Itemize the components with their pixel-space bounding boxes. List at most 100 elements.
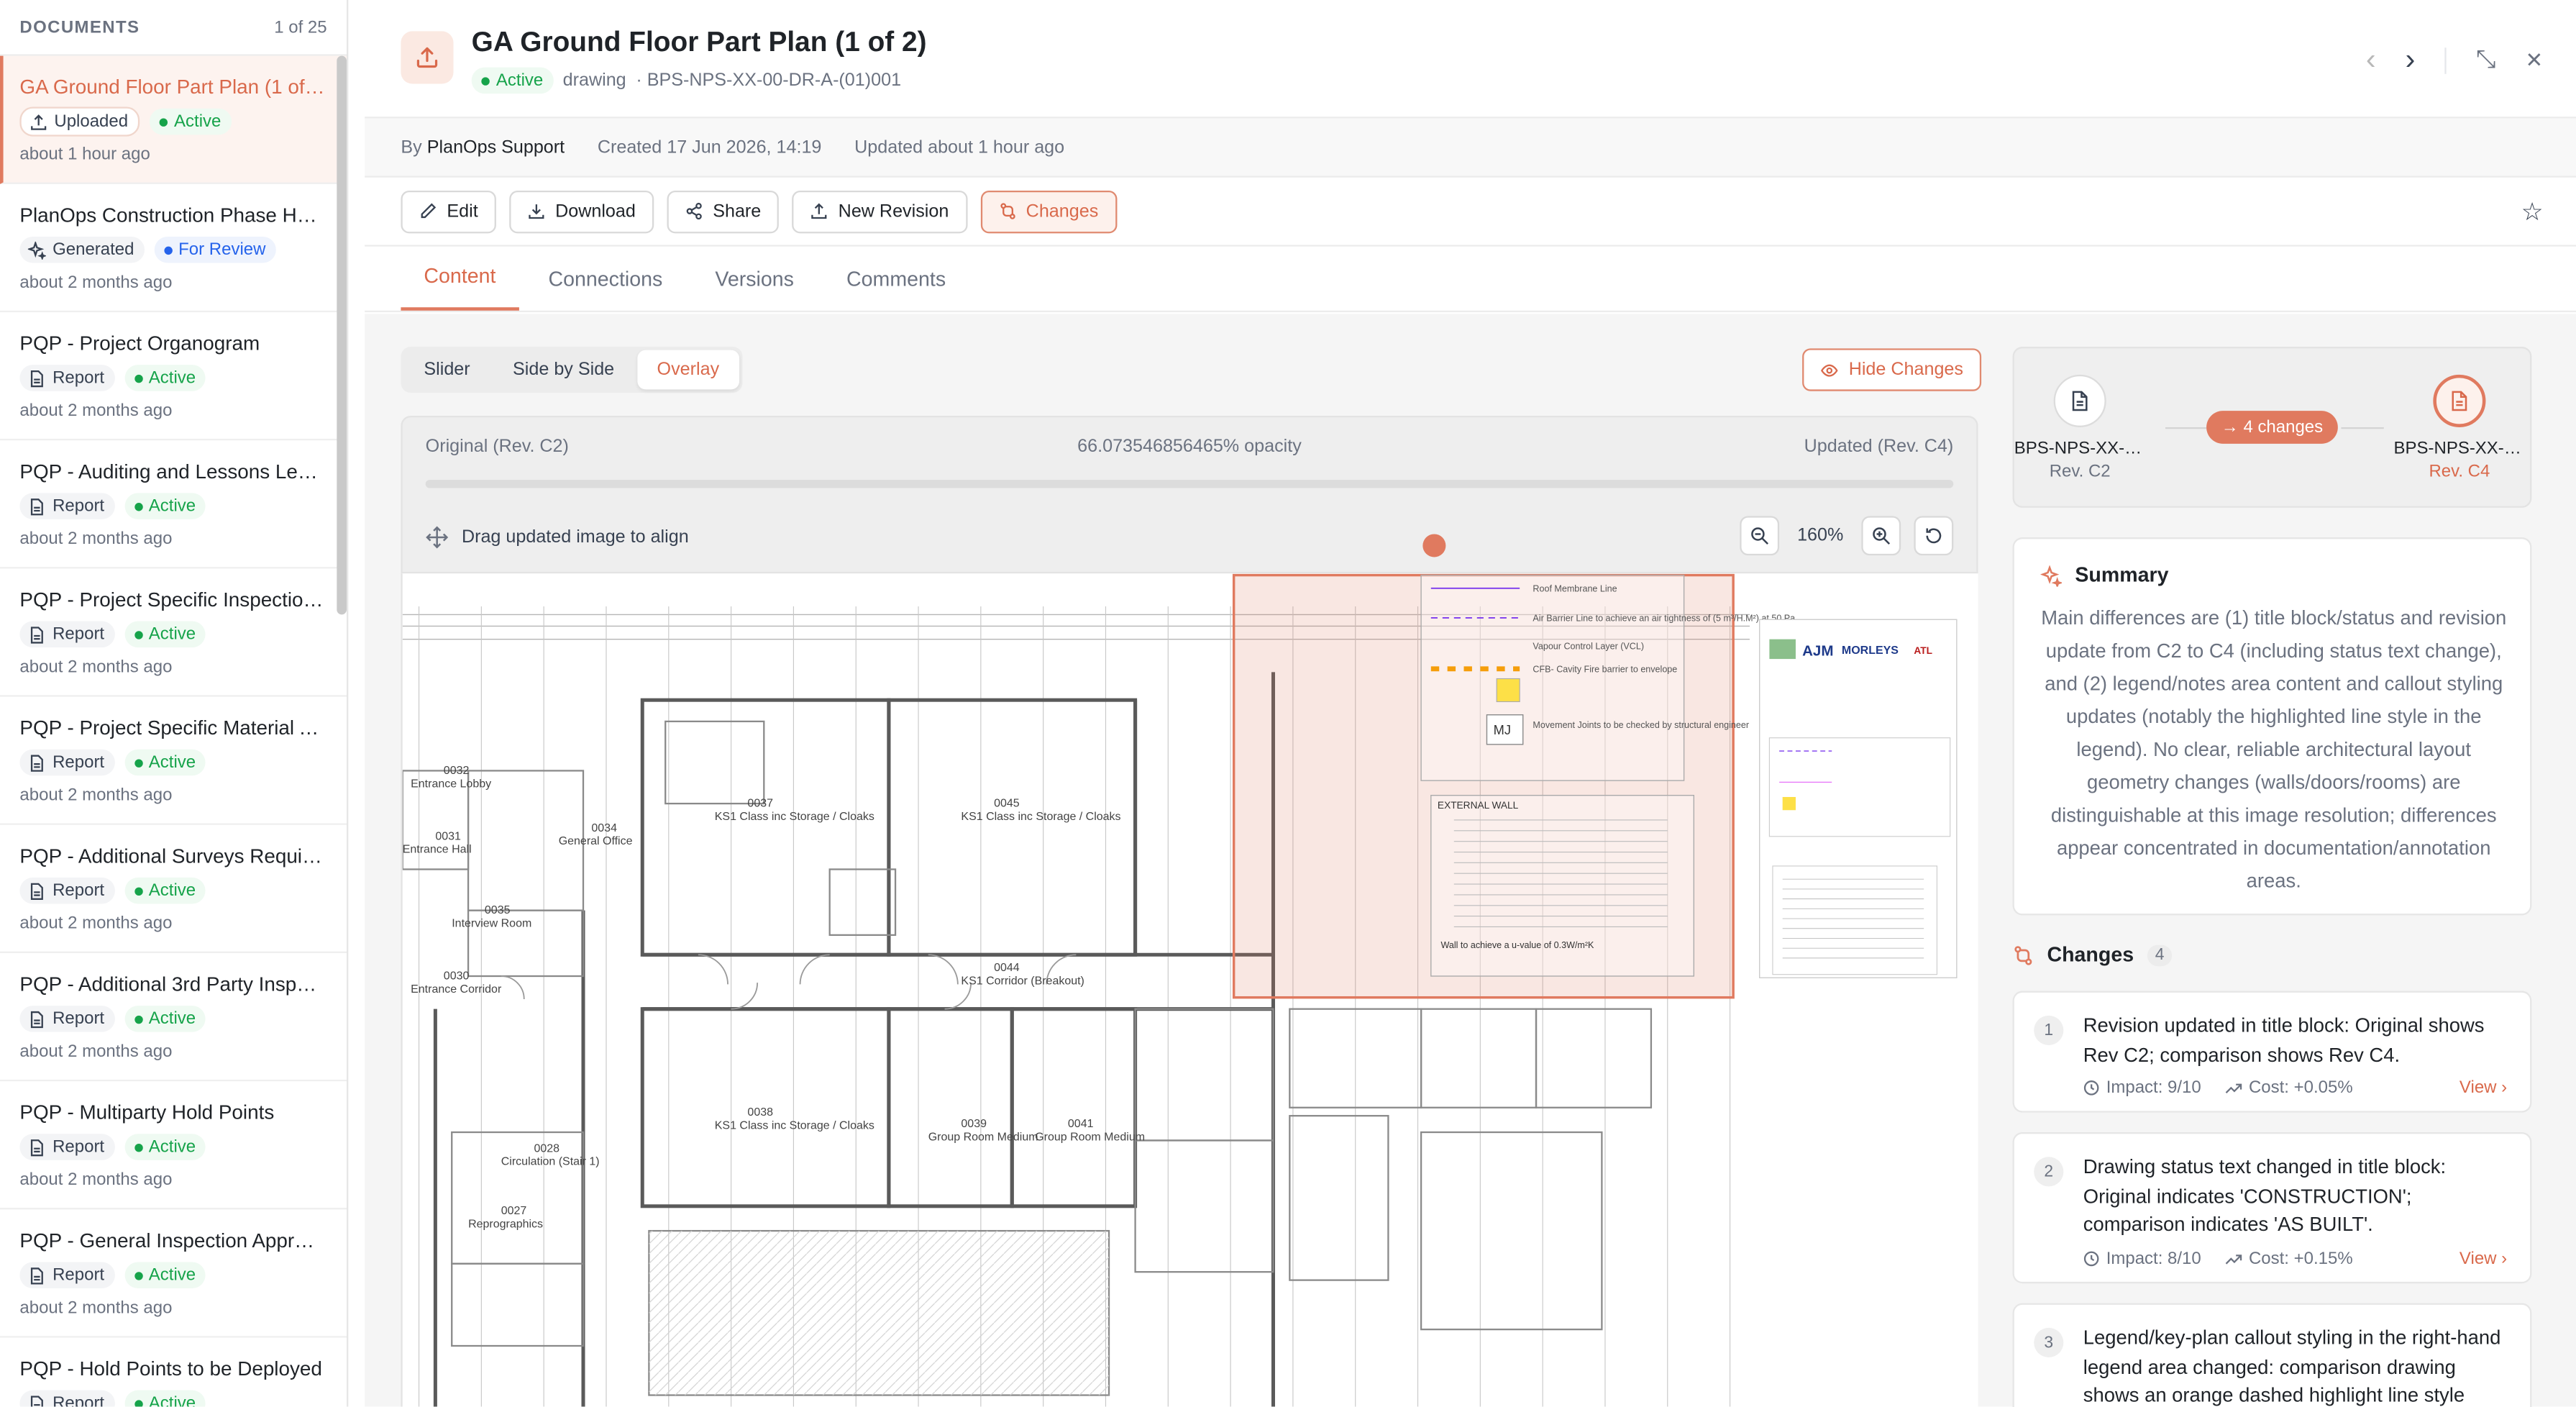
- comparison-viewer: Slider Side by Side Overlay Hide Changes O…: [401, 347, 1982, 1407]
- change-meta: Impact: 8/10 Cost: +0.15%: [2083, 1249, 2353, 1269]
- status-badge: Active: [124, 365, 206, 391]
- trend-up-icon: [2225, 1083, 2242, 1094]
- view-mode-overlay[interactable]: Overlay: [637, 350, 739, 390]
- reset-icon[interactable]: [1914, 516, 1954, 556]
- logo-ajm: AJM: [1802, 643, 1833, 660]
- drawing-canvas[interactable]: 0037 KS1 Class inc Storage / Cloaks 0045 KS…: [401, 573, 1978, 1407]
- changes-count-pill[interactable]: → 4 changes: [2206, 411, 2338, 444]
- documents-sidebar: DOCUMENTS 1 of 25 GA Ground Floor Part P…: [0, 0, 349, 1407]
- document-tags: Uploaded Active: [19, 106, 326, 137]
- new-revision-button[interactable]: New Revision: [792, 189, 967, 233]
- sidebar-scrollbar[interactable]: [337, 55, 347, 615]
- document-name: PQP - Additional Surveys Required: [19, 844, 326, 868]
- document-type-badge: Report: [19, 621, 114, 648]
- document-list-item[interactable]: GA Ground Floor Part Plan (1 of 2) Upload…: [0, 55, 347, 184]
- room-label: Circulation (Stair 1): [501, 1156, 600, 1168]
- document-type-badge: Report: [19, 1006, 114, 1032]
- document-list-item[interactable]: PQP - Project Organogram Report Active abou…: [0, 312, 347, 441]
- tab-comments[interactable]: Comments: [823, 245, 969, 310]
- trend-up-icon: [2225, 1255, 2242, 1265]
- document-name: PQP - Project Organogram: [19, 332, 260, 355]
- room-number: 0035: [485, 904, 511, 916]
- wall-note: Wall to achieve a u-value of 0.3W/m²K: [1441, 940, 1595, 950]
- status-badge: Active: [124, 1390, 206, 1407]
- tab-connections[interactable]: Connections: [526, 245, 686, 310]
- git-compare-icon: [1000, 203, 1015, 219]
- document-name: PQP - Multiparty Hold Points: [19, 1101, 275, 1124]
- room-number: 0039: [961, 1118, 987, 1130]
- view-change-link[interactable]: View ›: [2459, 1078, 2507, 1098]
- close-icon[interactable]: ✕: [2525, 47, 2543, 73]
- document-tags: Report Active: [19, 1262, 326, 1289]
- room-number: 0044: [994, 962, 1020, 974]
- document-list-item[interactable]: PQP - Additional 3rd Party Inspections Re…: [0, 953, 347, 1082]
- document-tags: Report Active: [19, 493, 326, 519]
- document-list-item[interactable]: PQP - Project Specific Inspection and Te…: [0, 568, 347, 697]
- change-number: 2: [2034, 1157, 2064, 1187]
- document-time: about 2 months ago: [19, 401, 173, 421]
- view-mode-slider[interactable]: Slider: [404, 350, 490, 390]
- sidebar-header: DOCUMENTS 1 of 25: [0, 0, 347, 56]
- document-list-item[interactable]: PQP - Auditing and Lessons Learned Report…: [0, 440, 347, 569]
- star-icon[interactable]: ☆: [2521, 197, 2544, 227]
- room-label: KS1 Class inc Storage / Cloaks: [715, 811, 874, 823]
- document-name: PQP - Additional 3rd Party Inspections: [19, 973, 325, 996]
- tab-content[interactable]: Content: [401, 245, 519, 311]
- room-number: 0031: [435, 830, 461, 842]
- change-card[interactable]: 2 Drawing status text changed in title bl…: [2012, 1132, 2532, 1284]
- document-icon: [28, 497, 46, 515]
- change-text: Revision updated in title block: Origina…: [2083, 1014, 2485, 1066]
- document-type-badge: Uploaded: [19, 106, 140, 137]
- edit-button[interactable]: Edit: [401, 189, 496, 233]
- panel-scrollbar[interactable]: [2566, 314, 2576, 1407]
- logo-atl: ATL: [1914, 645, 1932, 656]
- chevron-right-icon[interactable]: ›: [2406, 42, 2416, 77]
- change-card[interactable]: 3 Legend/key-plan callout styling in the …: [2012, 1303, 2532, 1407]
- view-mode-side-by-side[interactable]: Side by Side: [493, 350, 634, 390]
- header-meta: Active drawing · BPS-NPS-XX-00-DR-A-(01)…: [471, 67, 902, 94]
- download-button[interactable]: Download: [509, 189, 654, 233]
- tab-versions[interactable]: Versions: [692, 245, 817, 310]
- opacity-slider-track[interactable]: [425, 480, 1954, 557]
- changes-button[interactable]: Changes: [979, 189, 1117, 233]
- document-icon: [28, 1394, 46, 1407]
- opacity-panel: Original (Rev. C2) 66.073546856465% opac…: [401, 415, 1978, 574]
- legend-external-wall: EXTERNAL WALL: [1438, 800, 1519, 811]
- pencil-icon: [421, 203, 437, 219]
- document-time: about 2 months ago: [19, 529, 173, 550]
- document-name: PQP - Project Specific Inspection and Te…: [19, 588, 325, 611]
- document-type-badge: Report: [19, 877, 114, 904]
- document-type-badge: Report: [19, 749, 114, 776]
- share-button[interactable]: Share: [667, 189, 780, 233]
- zoom-out-icon[interactable]: [1740, 516, 1780, 556]
- chevron-left-icon[interactable]: ‹: [2366, 42, 2376, 77]
- change-card[interactable]: 1 Revision updated in title block: Origin…: [2012, 991, 2532, 1113]
- room-label: Interview Room: [452, 917, 531, 929]
- document-kind: drawing: [562, 70, 626, 91]
- byline: By PlanOps Support Created 17 Jun 2026, …: [365, 118, 2576, 178]
- author-line: By PlanOps Support: [401, 137, 565, 158]
- upload-icon: [29, 112, 47, 130]
- share-icon: [686, 202, 702, 220]
- document-reference: · BPS-NPS-XX-00-DR-A-(01)001: [636, 70, 902, 91]
- document-list-item[interactable]: PQP - Hold Points to be Deployed Report Ac…: [0, 1338, 347, 1407]
- page-title: GA Ground Floor Part Plan (1 of 2): [471, 26, 927, 58]
- changes-panel: BPS-NPS-XX-00-DR-A-(01)001 Rev. C2 → 4 c…: [2012, 347, 2532, 1407]
- zoom-in-icon[interactable]: [1861, 516, 1901, 556]
- room-number: 0028: [534, 1142, 559, 1155]
- document-list-item[interactable]: PQP - Multiparty Hold Points Report Active…: [0, 1081, 347, 1210]
- toolbar: Edit Download Share New Revision Changes…: [365, 178, 2576, 247]
- header-nav: ‹ › ⤡ ✕: [2366, 42, 2544, 77]
- hide-changes-button[interactable]: Hide Changes: [1802, 348, 1982, 391]
- opacity-slider-thumb[interactable]: [1423, 534, 1447, 557]
- view-change-link[interactable]: View ›: [2459, 1249, 2507, 1268]
- document-list-item[interactable]: PQP - Additional Surveys Required Report A…: [0, 825, 347, 954]
- collapse-icon[interactable]: ⤡: [2476, 46, 2495, 74]
- legend-air-barrier: Air Barrier Line to achieve an air tight…: [1533, 614, 1795, 624]
- document-list-item[interactable]: PlanOps Construction Phase Health and Sa…: [0, 184, 347, 313]
- original-revision-label: Rev. C2: [2049, 461, 2111, 482]
- document-list-item[interactable]: PQP - Project Specific Material Approval…: [0, 697, 347, 825]
- summary-card: Summary Main differences are (1) title b…: [2012, 537, 2532, 916]
- document-list-item[interactable]: PQP - General Inspection Approach Report A…: [0, 1209, 347, 1338]
- move-icon: [426, 526, 449, 549]
